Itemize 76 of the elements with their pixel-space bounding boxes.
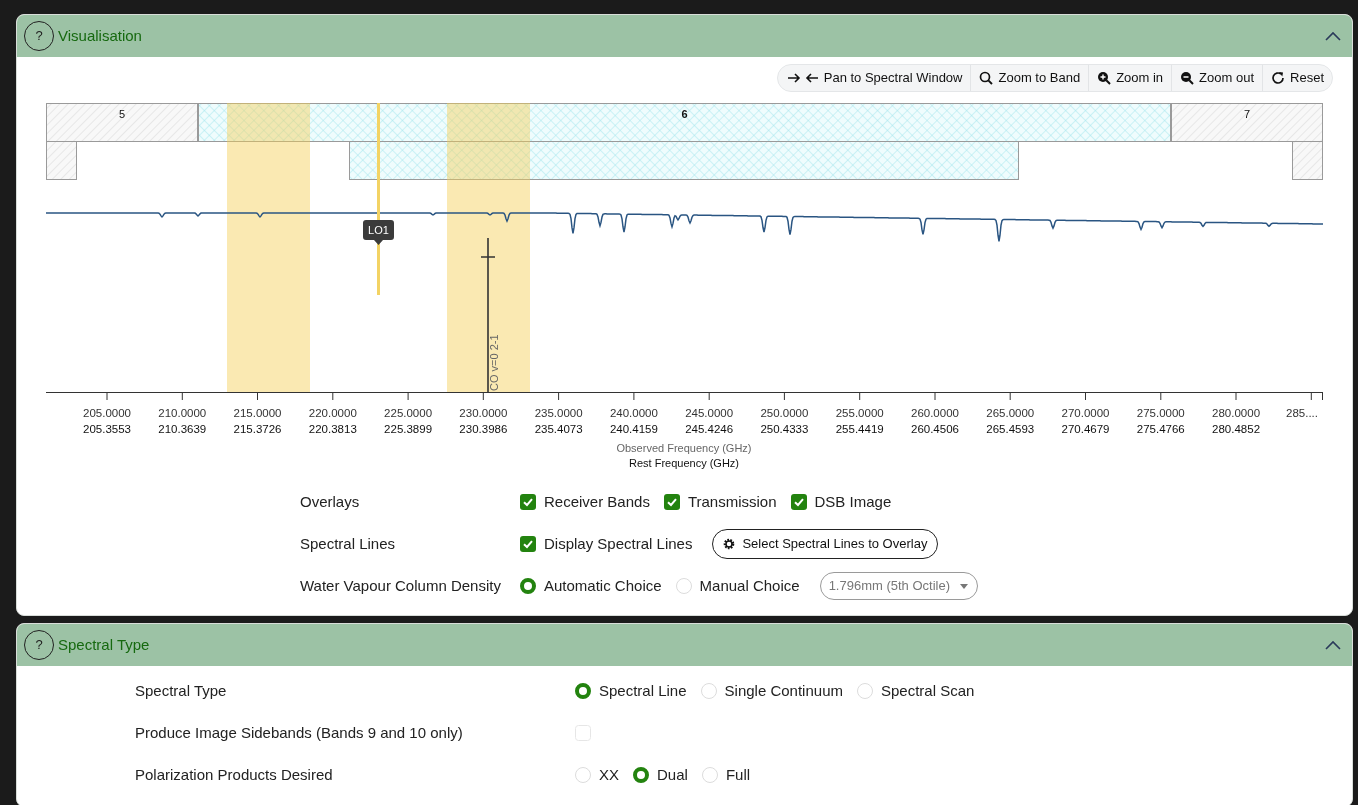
band-label: 6 xyxy=(681,108,688,120)
radio-option[interactable]: Single Continuum xyxy=(700,679,843,703)
radio-option[interactable]: Dual xyxy=(633,763,688,787)
checkbox-option[interactable]: Display Spectral Lines xyxy=(520,532,693,556)
checkbox-option[interactable]: Receiver Bands xyxy=(520,490,650,514)
toolbar-button[interactable]: Zoom out xyxy=(1171,65,1263,91)
tick-label: 205.3553 xyxy=(83,423,131,435)
section-title: Spectral Type xyxy=(58,634,151,655)
toolbar-button[interactable]: Zoom to Band xyxy=(970,65,1089,91)
band-label: 5 xyxy=(118,108,126,120)
tick-label: 250.0000 xyxy=(760,407,809,419)
tick-label: 250.4333 xyxy=(760,423,809,435)
tick-label: 210.0000 xyxy=(158,407,207,419)
tick-label: 220.3813 xyxy=(308,423,357,435)
zoom-in-icon xyxy=(1097,71,1112,85)
tick-label: 245.0000 xyxy=(685,407,734,419)
tick-label: 210.3639 xyxy=(158,423,207,435)
radio-option[interactable]: Spectral Scan xyxy=(856,679,975,703)
tick-label: 225.3899 xyxy=(384,423,433,435)
tick-label: 255.0000 xyxy=(835,407,884,419)
tick-label: 265.4593 xyxy=(986,423,1035,435)
toolbar-button[interactable]: Pan to Spectral Window xyxy=(777,65,971,91)
toolbar-button[interactable]: Reset xyxy=(1262,65,1332,91)
image-band xyxy=(1292,141,1323,180)
tick-label: 260.4506 xyxy=(911,423,959,435)
radio-option[interactable]: Spectral Line xyxy=(575,679,687,703)
field-label: Polarization Products Desired xyxy=(135,764,334,785)
tick-label: 225.0000 xyxy=(384,407,433,419)
band-label: 7 xyxy=(1243,108,1251,120)
spectral-window[interactable] xyxy=(447,103,530,392)
tick-label: 275.4766 xyxy=(1136,423,1185,435)
tick-label: 245.4246 xyxy=(685,423,734,435)
arrows-inward-icon xyxy=(786,71,819,85)
field-label: Spectral Type xyxy=(135,680,228,701)
tick-label: 230.3986 xyxy=(459,423,508,435)
tick-label: 240.4159 xyxy=(609,423,658,435)
lo-label: LO1 xyxy=(368,224,389,236)
caret-down-icon xyxy=(960,583,968,589)
tick-label: 270.0000 xyxy=(1061,407,1110,419)
radio-option[interactable]: XX xyxy=(575,763,619,787)
radio-option[interactable]: Automatic Choice xyxy=(520,574,662,598)
tick-label: 280.4852 xyxy=(1212,423,1261,435)
field-label: Spectral Lines xyxy=(300,533,397,554)
lo-tooltip xyxy=(363,220,394,245)
search-icon xyxy=(979,71,994,85)
tick-label: 235.4073 xyxy=(534,423,583,435)
tick-label: 240.0000 xyxy=(609,407,658,419)
field-label: Water Vapour Column Density xyxy=(300,575,502,596)
section-title: Visualisation xyxy=(58,25,143,46)
field-label: Overlays xyxy=(300,491,361,512)
tick-label: 260.0000 xyxy=(911,407,959,419)
tick-label: 270.4679 xyxy=(1061,423,1110,435)
radio-option[interactable]: Manual Choice xyxy=(675,574,800,598)
tick-label: 280.0000 xyxy=(1212,407,1261,419)
tick-label: 255.4419 xyxy=(835,423,884,435)
axis-title: Rest Frequency (GHz) xyxy=(629,457,739,469)
tick-label: 215.3726 xyxy=(233,423,282,435)
tick-label: 285.... xyxy=(1286,407,1318,419)
tick-label: 220.0000 xyxy=(308,407,357,419)
image-band xyxy=(46,141,77,180)
reset-icon xyxy=(1271,71,1286,85)
gear-icon xyxy=(723,538,736,550)
tick-label: 235.0000 xyxy=(534,407,583,419)
zoom-out-icon xyxy=(1180,71,1195,85)
tick-label: 205.0000 xyxy=(83,407,131,419)
toolbar-button[interactable]: Zoom in xyxy=(1088,65,1172,91)
tick-label: 265.0000 xyxy=(986,407,1035,419)
checkbox-option[interactable]: DSB Image xyxy=(790,490,892,514)
checkbox-option[interactable]: Transmission xyxy=(663,490,777,514)
axis-title: Observed Frequency (GHz) xyxy=(616,442,752,454)
radio-option[interactable]: Full xyxy=(701,763,751,787)
spectral-line-label: CO v=0 2-1 xyxy=(488,334,500,391)
tick-label: 275.0000 xyxy=(1136,407,1185,419)
field-label: Produce Image Sidebands (Bands 9 and 10 only) xyxy=(135,722,464,743)
tick-label: 230.0000 xyxy=(459,407,508,419)
tick-label: 215.0000 xyxy=(233,407,282,419)
